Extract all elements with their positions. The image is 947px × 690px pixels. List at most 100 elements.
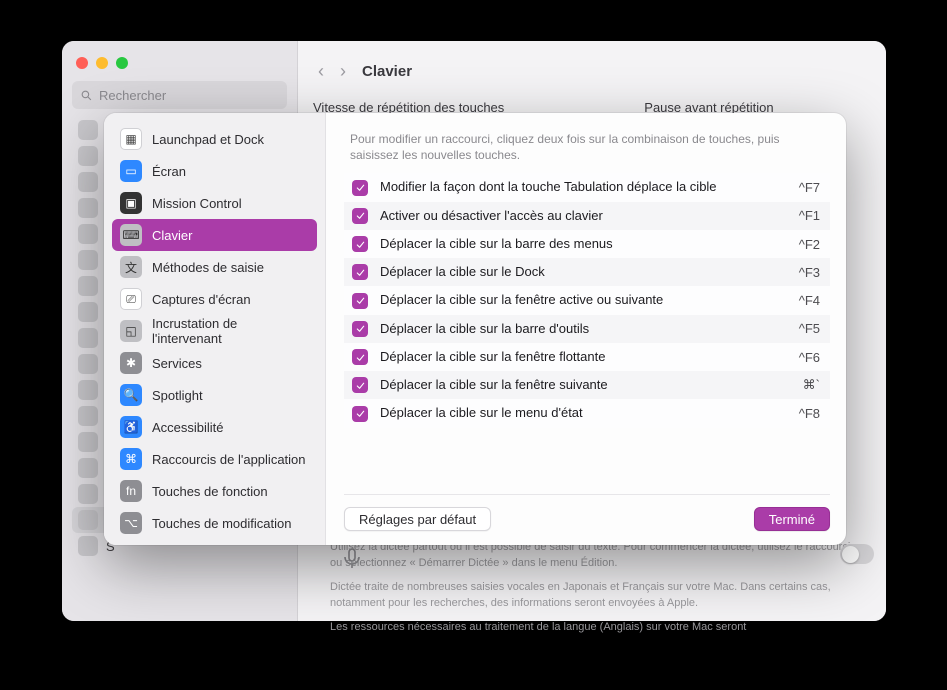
search-icon <box>80 89 93 102</box>
restore-defaults-label: Réglages par défaut <box>359 512 476 527</box>
dictation-line3: Les ressources nécessaires au traitement… <box>330 620 865 636</box>
bg-sidebar-item-icon <box>78 458 98 478</box>
shortcut-checkbox[interactable] <box>352 406 368 422</box>
category-item[interactable]: ⌘ Raccourcis de l'application <box>112 443 317 475</box>
shortcut-label: Déplacer la cible sur la barre des menus <box>380 236 787 252</box>
search-placeholder: Rechercher <box>99 88 166 103</box>
category-item-icon: ⌘ <box>120 448 142 470</box>
bg-sidebar-item-icon <box>78 354 98 374</box>
shortcut-keys[interactable]: ^F5 <box>799 321 820 336</box>
bg-sidebar-item-icon <box>78 250 98 270</box>
shortcut-label: Déplacer la cible sur la fenêtre active … <box>380 292 787 308</box>
bg-sidebar-item-icon <box>78 198 98 218</box>
back-button[interactable]: ‹ <box>318 61 324 82</box>
category-item[interactable]: 文Méthodes de saisie <box>112 251 317 283</box>
shortcut-keys[interactable]: ⌘` <box>803 377 820 393</box>
restore-defaults-button[interactable]: Réglages par défaut <box>344 507 491 531</box>
category-item-icon: ⌥ <box>120 512 142 534</box>
shortcut-checkbox[interactable] <box>352 180 368 196</box>
category-item[interactable]: fnTouches de fonction <box>112 475 317 507</box>
category-item[interactable]: ▭ Écran <box>112 155 317 187</box>
category-item[interactable]: ⌨ Clavier <box>112 219 317 251</box>
category-item-label: Launchpad et Dock <box>152 132 264 147</box>
shortcut-row[interactable]: Déplacer la cible sur la fenêtre flottan… <box>344 343 830 371</box>
dictation-toggle[interactable] <box>840 544 874 564</box>
category-item-icon: ◱ <box>120 320 142 342</box>
category-item-icon: ▭ <box>120 160 142 182</box>
category-item-label: Clavier <box>152 228 192 243</box>
category-item[interactable]: ◱ Incrustation de l'intervenant <box>112 315 317 347</box>
zoom-window-button[interactable] <box>116 57 128 69</box>
category-item[interactable]: ⎚Captures d'écran <box>112 283 317 315</box>
category-item-icon: 🔍 <box>120 384 142 406</box>
sheet-footer: Réglages par défaut Terminé <box>344 494 830 531</box>
bg-sidebar-item-icon <box>78 536 98 556</box>
category-item[interactable]: ▣Mission Control <box>112 187 317 219</box>
category-item[interactable]: 🔍 Spotlight <box>112 379 317 411</box>
shortcut-checkbox[interactable] <box>352 377 368 393</box>
dictation-description: Utilisez la dictée partout où il est pos… <box>330 540 865 636</box>
category-item[interactable]: ▦Launchpad et Dock <box>112 123 317 155</box>
category-item-icon: fn <box>120 480 142 502</box>
shortcut-checkbox[interactable] <box>352 208 368 224</box>
category-item-label: Méthodes de saisie <box>152 260 264 275</box>
category-item-label: Touches de modification <box>152 516 291 531</box>
search-input[interactable]: Rechercher <box>72 81 287 109</box>
shortcut-row[interactable]: Déplacer la cible sur la barre des menus… <box>344 230 830 258</box>
category-item-label: Accessibilité <box>152 420 224 435</box>
shortcut-checkbox[interactable] <box>352 321 368 337</box>
category-item[interactable]: ⌥ Touches de modification <box>112 507 317 539</box>
category-item-label: Incrustation de l'intervenant <box>152 316 309 346</box>
bg-sidebar-item-icon <box>78 380 98 400</box>
category-item-label: Spotlight <box>152 388 203 403</box>
shortcut-keys[interactable]: ^F1 <box>799 208 820 223</box>
close-window-button[interactable] <box>76 57 88 69</box>
shortcut-label: Modifier la façon dont la touche Tabulat… <box>380 179 787 195</box>
category-item[interactable]: ✱ Services <box>112 347 317 379</box>
category-item-label: Raccourcis de l'application <box>152 452 306 467</box>
done-button[interactable]: Terminé <box>754 507 830 531</box>
category-item-label: Mission Control <box>152 196 242 211</box>
shortcut-label: Activer ou désactiver l'accès au clavier <box>380 208 787 224</box>
shortcut-row[interactable]: Modifier la façon dont la touche Tabulat… <box>344 173 830 201</box>
bg-sidebar-item-icon <box>78 276 98 296</box>
shortcut-checkbox[interactable] <box>352 293 368 309</box>
done-label: Terminé <box>769 512 815 527</box>
category-item-icon: ✱ <box>120 352 142 374</box>
category-item-label: Services <box>152 356 202 371</box>
dictation-line2: Dictée traite de nombreuses saisies voca… <box>330 580 865 612</box>
shortcut-row[interactable]: Déplacer la cible sur le Dock ^F3 <box>344 258 830 286</box>
shortcut-keys[interactable]: ^F7 <box>799 180 820 195</box>
bg-sidebar-item-icon <box>78 510 98 530</box>
category-item-label: Écran <box>152 164 186 179</box>
category-item[interactable]: ♿ Accessibilité <box>112 411 317 443</box>
category-item-icon: ⌨ <box>120 224 142 246</box>
bg-sidebar-item-icon <box>78 432 98 452</box>
bg-sidebar-item-icon <box>78 146 98 166</box>
shortcut-row[interactable]: Déplacer la cible sur la fenêtre suivant… <box>344 371 830 399</box>
bg-sidebar-item-icon <box>78 172 98 192</box>
shortcut-label: Déplacer la cible sur le Dock <box>380 264 787 280</box>
shortcut-keys[interactable]: ^F4 <box>799 293 820 308</box>
category-item-label: Captures d'écran <box>152 292 251 307</box>
shortcuts-categories-sidebar: ▦Launchpad et Dock ▭ Écran ▣Mission Control… <box>104 113 326 545</box>
shortcut-keys[interactable]: ^F8 <box>799 406 820 421</box>
shortcut-checkbox[interactable] <box>352 236 368 252</box>
settings-topbar: ‹ › Clavier <box>318 51 866 91</box>
shortcut-checkbox[interactable] <box>352 264 368 280</box>
page-title: Clavier <box>362 63 412 80</box>
shortcut-keys[interactable]: ^F6 <box>799 350 820 365</box>
shortcut-keys[interactable]: ^F2 <box>799 237 820 252</box>
category-item-icon: ♿ <box>120 416 142 438</box>
shortcut-checkbox[interactable] <box>352 349 368 365</box>
shortcut-row[interactable]: Déplacer la cible sur la barre d'outils^… <box>344 315 830 343</box>
minimize-window-button[interactable] <box>96 57 108 69</box>
shortcut-row[interactable]: Activer ou désactiver l'accès au clavier… <box>344 202 830 230</box>
bg-sidebar-item-icon <box>78 120 98 140</box>
shortcuts-sheet: ▦Launchpad et Dock ▭ Écran ▣Mission Control… <box>104 113 846 545</box>
shortcut-keys[interactable]: ^F3 <box>799 265 820 280</box>
shortcut-row[interactable]: Déplacer la cible sur le menu d'état^F8 <box>344 399 830 427</box>
shortcut-row[interactable]: Déplacer la cible sur la fenêtre active … <box>344 286 830 314</box>
bg-sidebar-item-icon <box>78 302 98 322</box>
forward-button[interactable]: › <box>340 61 346 82</box>
